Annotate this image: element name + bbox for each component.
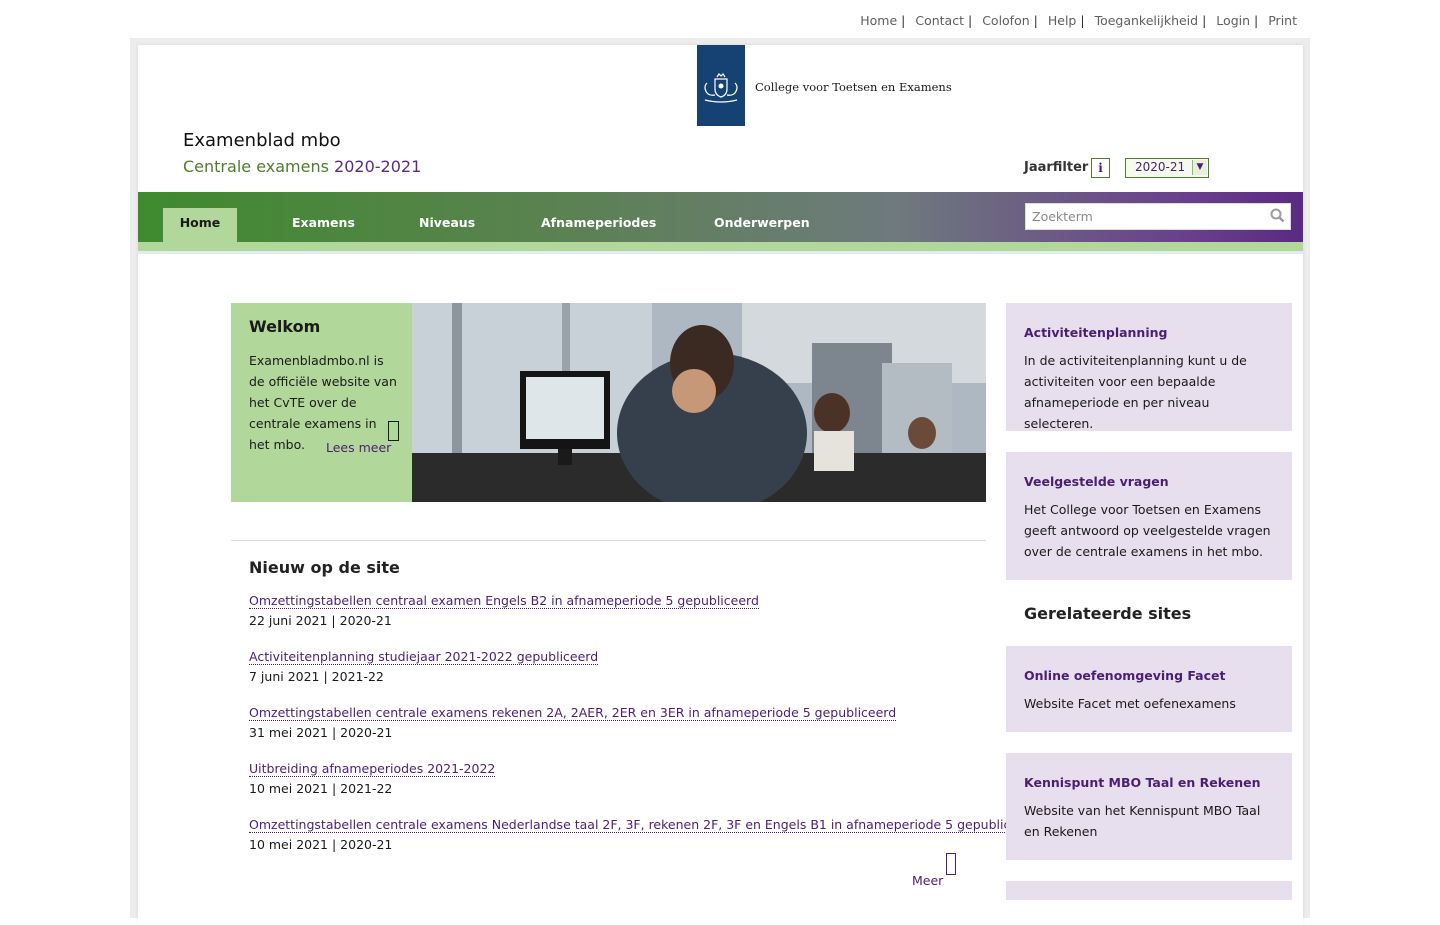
related-site-title[interactable]: Kennispunt MBO Taal en Rekenen (1024, 775, 1260, 790)
news-item: Omzettingstabellen centrale examens reke… (249, 705, 897, 740)
search-icon[interactable] (1270, 208, 1285, 223)
nav-item-niveaus[interactable]: Niveaus (419, 215, 475, 230)
site-title: Examenblad mbo (183, 130, 341, 151)
sidebar-box-title[interactable]: Activiteitenplanning (1024, 325, 1167, 340)
toplink-toegankelijkheid[interactable]: Toegankelijkheid (1095, 13, 1199, 28)
chevron-down-icon: ▼ (1192, 160, 1207, 175)
news-item: Omzettingstabellen centraal examen Engel… (249, 593, 759, 628)
nav-item-examens[interactable]: Examens (292, 215, 355, 230)
year-select-value: 2020-21 (1135, 160, 1186, 174)
jaarfilter-label: Jaarfilter (1024, 160, 1089, 175)
related-site-title[interactable]: Online oefenomgeving Facet (1024, 668, 1225, 683)
welcome-panel: Welkom Examenbladmbo.nl is de officiële … (231, 303, 412, 502)
nav-item-afnameperiodes[interactable]: Afnameperiodes (541, 215, 656, 230)
toplink-help[interactable]: Help (1048, 13, 1077, 28)
related-site-kennispunt[interactable]: Kennispunt MBO Taal en Rekenen Website v… (1006, 753, 1292, 860)
info-button[interactable]: i (1091, 158, 1110, 178)
nav-strip-shadow (138, 251, 1303, 254)
toplink-colofon[interactable]: Colofon (982, 13, 1029, 28)
news-link[interactable]: Activiteitenplanning studiejaar 2021-202… (249, 649, 599, 665)
news-date: 22 juni 2021 | 2020-21 (249, 613, 392, 628)
toplink-login[interactable]: Login (1216, 13, 1250, 28)
news-link[interactable]: Omzettingstabellen centraal examen Engel… (249, 593, 759, 609)
logo[interactable] (697, 45, 745, 126)
search-placeholder: Zoekterm (1032, 209, 1093, 224)
nav-strip (138, 242, 1303, 251)
sidebar-box-veelgestelde-vragen[interactable]: Veelgestelde vragen Het College voor Toe… (1006, 452, 1292, 580)
news-link[interactable]: Omzettingstabellen centrale examens reke… (249, 705, 897, 721)
rijksoverheid-crest-icon (704, 73, 738, 103)
news-item: Uitbreiding afnameperiodes 2021-2022 10 … (249, 761, 496, 796)
year-select[interactable]: 2020-21 ▼ (1125, 158, 1209, 178)
related-site-text: Website Facet met oefenexamens (1024, 696, 1236, 711)
news-item: Activiteitenplanning studiejaar 2021-202… (249, 649, 599, 684)
read-more-link[interactable]: Lees meer (326, 440, 391, 455)
related-site-text: Website van het Kennispunt MBO Taal en R… (1024, 803, 1261, 839)
related-sites-title: Gerelateerde sites (1024, 604, 1192, 623)
related-site-next[interactable] (1006, 881, 1292, 900)
news-item: Omzettingstabellen centrale examens Nede… (249, 817, 1039, 852)
news-link[interactable]: Uitbreiding afnameperiodes 2021-2022 (249, 761, 496, 777)
subtitle-year: 2020-2021 (334, 157, 422, 176)
news-title: Nieuw op de site (249, 558, 400, 577)
welcome-title: Welkom (249, 317, 321, 336)
hero-photo (412, 303, 986, 502)
toplink-print[interactable]: Print (1268, 13, 1297, 28)
logo-text: College voor Toetsen en Examens (755, 80, 952, 94)
news-date: 10 mei 2021 | 2021-22 (249, 781, 393, 796)
news-date: 31 mei 2021 | 2020-21 (249, 725, 393, 740)
news-date: 10 mei 2021 | 2020-21 (249, 837, 393, 852)
sidebar-box-text: In de activiteitenplanning kunt u de act… (1024, 353, 1247, 431)
divider (231, 540, 986, 541)
sidebar-box-title[interactable]: Veelgestelde vragen (1024, 474, 1169, 489)
toplink-contact[interactable]: Contact (915, 13, 964, 28)
more-news-link[interactable]: Meer (912, 873, 943, 888)
nav-item-onderwerpen[interactable]: Onderwerpen (714, 215, 810, 230)
arrow-right-icon (946, 853, 956, 875)
search-input[interactable]: Zoekterm (1025, 203, 1291, 230)
top-links: Home | Contact | Colofon | Help | Toegankeli… (860, 13, 1297, 28)
subtitle-text: Centrale examens (183, 157, 329, 176)
sidebar-box-text: Het College voor Toetsen en Examens geef… (1024, 502, 1271, 559)
sidebar-box-activiteitenplanning[interactable]: Activiteitenplanning In de activiteitenp… (1006, 303, 1292, 431)
site-subtitle: Centrale examens 2020-2021 (183, 157, 421, 176)
toplink-home[interactable]: Home (860, 13, 897, 28)
news-link[interactable]: Omzettingstabellen centrale examens Nede… (249, 817, 1039, 833)
arrow-right-icon (388, 421, 399, 441)
nav-item-home[interactable]: Home (163, 208, 237, 242)
news-date: 7 juni 2021 | 2021-22 (249, 669, 384, 684)
related-site-facet[interactable]: Online oefenomgeving Facet Website Facet… (1006, 646, 1292, 732)
